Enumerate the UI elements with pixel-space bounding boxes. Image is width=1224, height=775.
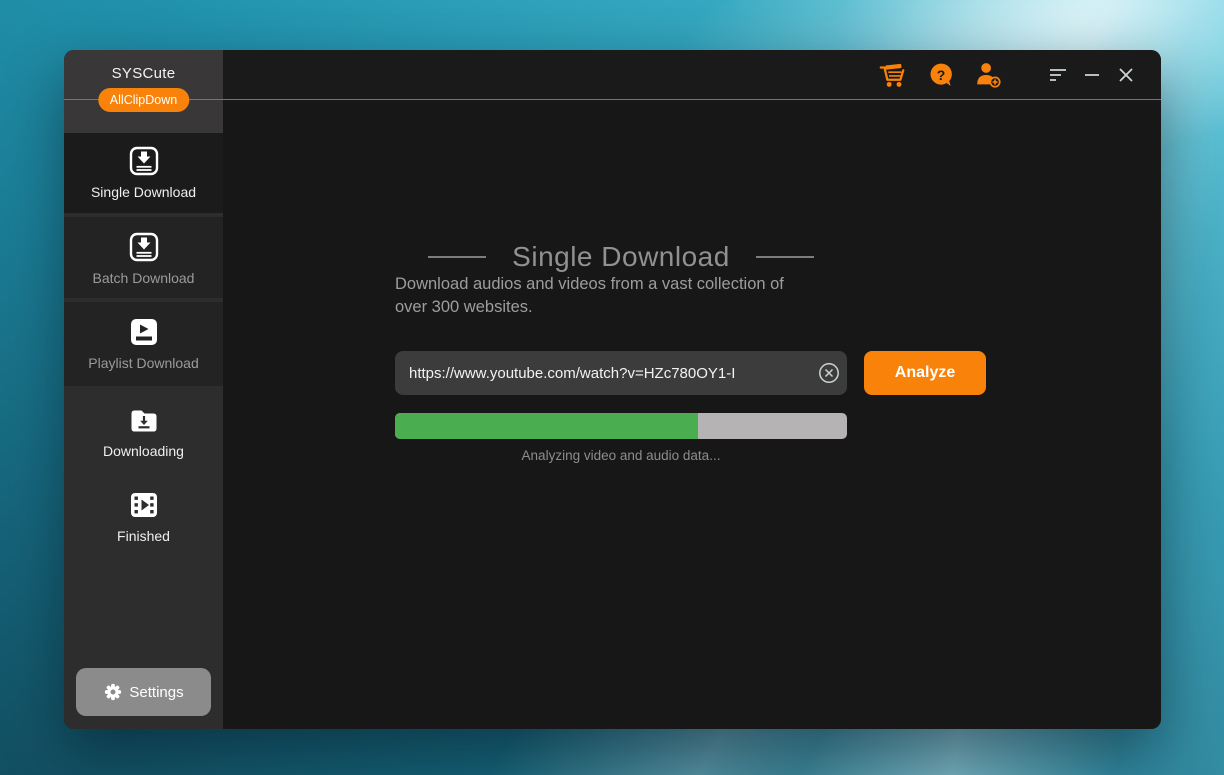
title-dash-right — [756, 256, 814, 258]
sidebar-item-label: Playlist Download — [64, 355, 223, 371]
sidebar-item-label: Batch Download — [64, 270, 223, 286]
svg-text:?: ? — [937, 66, 946, 82]
filmstrip-icon — [128, 489, 160, 521]
app-window: SYSCute AllClipDown Single Download — [64, 50, 1161, 729]
page-title: Single Download — [512, 241, 730, 273]
title-row: Single Download — [395, 241, 847, 273]
product-badge: AllClipDown — [98, 88, 189, 112]
cart-icon[interactable] — [875, 58, 909, 92]
sidebar-item-batch-download[interactable]: Batch Download — [64, 217, 223, 298]
sidebar-item-finished[interactable]: Finished — [64, 487, 223, 559]
analyze-button[interactable]: Analyze — [864, 351, 986, 395]
add-user-icon[interactable] — [971, 58, 1005, 92]
clear-url-icon[interactable] — [818, 362, 840, 384]
sidebar-item-label: Finished — [64, 528, 223, 544]
close-icon[interactable] — [1109, 58, 1143, 92]
download-box-icon — [128, 231, 160, 263]
download-box-icon — [128, 145, 160, 177]
status-text: Analyzing video and audio data... — [395, 448, 847, 463]
settings-button[interactable]: Settings — [76, 668, 211, 716]
header-divider — [64, 99, 1161, 100]
menu-icon[interactable] — [1041, 58, 1075, 92]
url-input[interactable] — [395, 351, 847, 395]
settings-label: Settings — [129, 684, 183, 701]
sidebar-item-label: Single Download — [64, 184, 223, 200]
sidebar-item-downloading[interactable]: Downloading — [64, 402, 223, 474]
sidebar: SYSCute AllClipDown Single Download — [64, 50, 223, 729]
progress-bar — [395, 413, 847, 439]
minimize-icon[interactable] — [1075, 58, 1109, 92]
title-dash-left — [428, 256, 486, 258]
help-icon[interactable]: ? — [924, 58, 958, 92]
brand-title: SYSCute — [64, 65, 223, 82]
sidebar-item-label: Downloading — [64, 443, 223, 459]
gear-icon — [103, 682, 123, 702]
progress-fill — [395, 413, 698, 439]
page-description: Download audios and videos from a vast c… — [395, 273, 815, 319]
playlist-icon — [128, 316, 160, 348]
window-topbar: ? — [223, 50, 1161, 99]
main-content: Single Download Download audios and vide… — [223, 100, 1161, 729]
sidebar-item-playlist-download[interactable]: Playlist Download — [64, 302, 223, 386]
sidebar-item-single-download[interactable]: Single Download — [64, 133, 223, 213]
folder-download-icon — [128, 404, 160, 436]
